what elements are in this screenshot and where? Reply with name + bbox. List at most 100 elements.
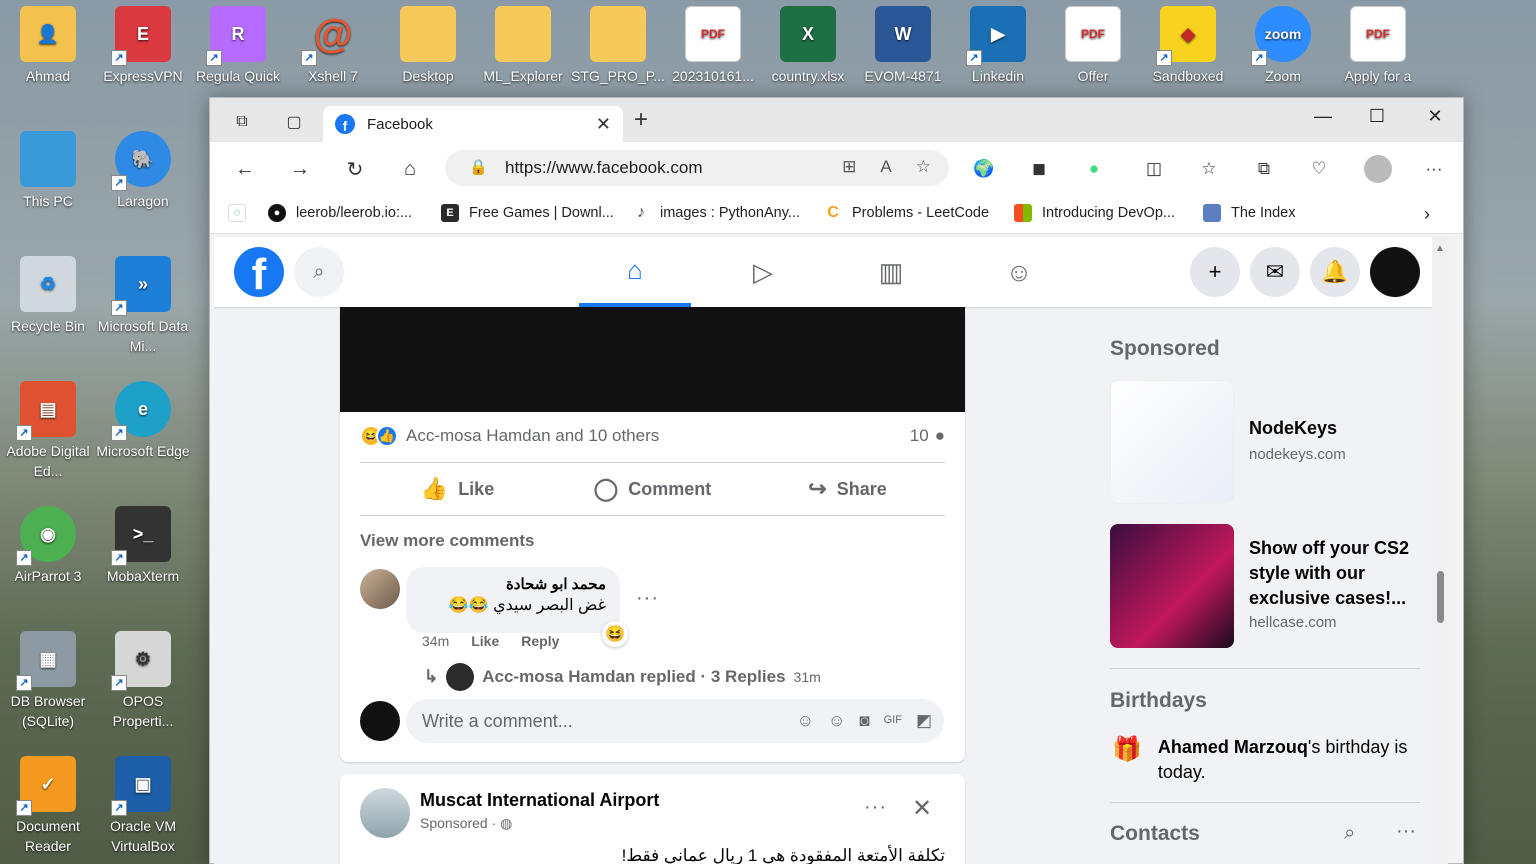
maximize-button[interactable]: ☐ (1354, 106, 1400, 127)
desktop-icon-country-xlsx[interactable]: X country.xlsx (760, 0, 856, 86)
forward-icon[interactable]: → (287, 156, 313, 182)
gif-icon[interactable]: GIF (884, 714, 902, 731)
search-icon[interactable]: ⌕ (294, 247, 344, 297)
more-menu-icon[interactable]: ··· (1423, 158, 1445, 180)
desktop-icon-data-migration[interactable]: » ↗ Microsoft Data Mi... (95, 250, 191, 356)
desktop-icon-stg-pro[interactable]: STG_PRO_P... (570, 0, 666, 86)
desktop-icon-xshell[interactable]: @ ↗ Xshell 7 (285, 0, 381, 86)
marketplace-icon[interactable]: ▥ (835, 237, 947, 307)
comment-time[interactable]: 34m (422, 633, 449, 649)
birthday-name[interactable]: Ahamed Marzouq (1158, 737, 1308, 757)
desktop-icon-adobe-de[interactable]: ▤ ↗ Adobe Digital Ed... (0, 375, 96, 481)
page-scrollbar[interactable]: ▲ (1432, 237, 1448, 864)
facebook-logo-icon[interactable]: f (234, 247, 284, 297)
desktop-icon-ml-explorer[interactable]: ML_Explorer (475, 0, 571, 86)
share-button[interactable]: ↪ Share (750, 463, 945, 515)
avatar-sticker-icon[interactable]: ☺ (797, 711, 814, 731)
comment-count[interactable]: 10 ● (910, 426, 945, 446)
scrollbar-thumb[interactable] (1437, 571, 1444, 623)
desktop-icon-ahmad[interactable]: 👤 Ahmad (0, 0, 96, 86)
extension-icon[interactable]: ◼ (1028, 158, 1050, 180)
minimize-button[interactable]: — (1300, 106, 1346, 127)
chevron-right-icon[interactable]: › (1424, 204, 1430, 225)
ad-nodekeys[interactable]: NodeKeys nodekeys.com (1110, 380, 1420, 504)
favorite-star-icon[interactable]: ☆ (916, 157, 931, 177)
desktop-icon-db-browser[interactable]: ▦ ↗ DB Browser (SQLite) (0, 625, 96, 731)
desktop-icon-edge[interactable]: e ↗ Microsoft Edge (95, 375, 191, 461)
workspaces-icon[interactable]: ⧉ (230, 110, 254, 134)
post-video[interactable] (340, 307, 965, 412)
browser-essentials-icon[interactable]: ♡ (1308, 158, 1330, 180)
notifications-bell-icon[interactable]: 🔔 (1310, 247, 1360, 297)
video-icon[interactable]: ▷ (707, 237, 819, 307)
desktop-icon-document-reader[interactable]: ✓ ↗ Document Reader (0, 750, 96, 856)
airport-avatar[interactable] (360, 788, 410, 838)
bookmark-pythonanywhere[interactable]: ♪ images : PythonAny... (632, 204, 800, 222)
home-icon[interactable]: ⌂ (579, 237, 691, 307)
favorites-app-icon[interactable]: ◌ (228, 204, 256, 222)
my-avatar[interactable] (360, 701, 400, 741)
desktop-icon-offer[interactable]: PDF Offer (1045, 0, 1141, 86)
desktop-icon-zoom[interactable]: zoom ↗ Zoom (1235, 0, 1331, 86)
reaction-summary[interactable]: 😆 👍 Acc-mosa Hamdan and 10 others 10 ● (360, 425, 945, 447)
refresh-icon[interactable]: ↻ (342, 156, 368, 182)
desktop-icon-mobaxterm[interactable]: >_ ↗ MobaXterm (95, 500, 191, 586)
bookmark-epic-games[interactable]: E Free Games | Downl... (441, 204, 614, 222)
profile-avatar-icon[interactable] (1364, 155, 1392, 183)
desktop-icon-pdf-2023[interactable]: PDF 202310161... (665, 0, 761, 86)
desktop-icon-this-pc[interactable]: This PC (0, 125, 96, 211)
home-icon[interactable]: ⌂ (397, 156, 423, 182)
lock-icon[interactable]: 🔒 (469, 158, 488, 176)
tab-facebook[interactable]: f Facebook ✕ (323, 106, 623, 142)
bookmark-leetcode[interactable]: C Problems - LeetCode (824, 204, 989, 222)
desktop-icon-virtualbox[interactable]: ▣ ↗ Oracle VM VirtualBox (95, 750, 191, 856)
search-contacts-icon[interactable]: ⌕ (1344, 822, 1355, 845)
comment-like-link[interactable]: Like (471, 633, 499, 649)
emoji-icon[interactable]: ☺ (828, 711, 845, 731)
birthday-item[interactable]: 🎁 Ahamed Marzouq's birthday is today. (1112, 735, 1422, 785)
desktop-icon-regula[interactable]: R ↗ Regula Quick (190, 0, 286, 86)
desktop-icon-opos[interactable]: ⚙ ↗ OPOS Properti... (95, 625, 191, 731)
close-window-button[interactable]: ✕ (1412, 106, 1458, 127)
globe-extension-icon[interactable]: 🌍 (973, 158, 995, 180)
bookmark-the-index[interactable]: The Index (1203, 204, 1296, 222)
create-plus-icon[interactable]: + (1190, 247, 1240, 297)
address-bar[interactable]: 🔒 https://www.facebook.com ⊞ A ☆ (445, 150, 949, 186)
commenter-avatar[interactable] (360, 569, 400, 609)
bookmark-devops[interactable]: Introducing DevOp... (1014, 204, 1175, 222)
contacts-more-icon[interactable]: ··· (1396, 820, 1416, 843)
desktop-icon-apply[interactable]: PDF Apply for a (1330, 0, 1426, 86)
desktop-icon-recycle-bin[interactable]: ♻ Recycle Bin (0, 250, 96, 336)
close-icon[interactable]: ✕ (596, 114, 611, 135)
messenger-icon[interactable]: ✉ (1250, 247, 1300, 297)
favorites-icon[interactable]: ☆ (1198, 158, 1220, 180)
apps-icon[interactable]: ⊞ (842, 157, 856, 177)
vertical-tabs-icon[interactable]: ▢ (282, 110, 306, 134)
groups-icon[interactable]: ☺ (963, 237, 1075, 307)
split-screen-icon[interactable]: ◫ (1143, 158, 1165, 180)
scroll-up-icon[interactable]: ▲ (1435, 243, 1445, 254)
desktop-icon-sandboxed[interactable]: ◆ ↗ Sandboxed (1140, 0, 1236, 86)
comment-more-icon[interactable]: ··· (636, 587, 659, 610)
sticker-icon[interactable]: ◩ (916, 711, 932, 731)
desktop-icon-expressvpn[interactable]: E ↗ ExpressVPN (95, 0, 191, 86)
new-tab-button[interactable]: + (634, 108, 648, 132)
sponsored-label[interactable]: Sponsored · (420, 815, 496, 831)
desktop-icon-linkedin[interactable]: ▶ ↗ Linkedin (950, 0, 1046, 86)
camera-icon[interactable]: ◙ (859, 711, 869, 731)
comment-author[interactable]: محمد ابو شحادة (420, 575, 606, 593)
close-icon[interactable]: ✕ (912, 794, 933, 823)
write-comment-input[interactable]: Write a comment... ☺ ☺ ◙ GIF ◩ (406, 699, 944, 743)
collections-icon[interactable]: ⧉ (1253, 158, 1275, 180)
post-more-icon[interactable]: ··· (864, 796, 887, 819)
haha-reaction-icon[interactable]: 😆 (602, 621, 628, 647)
bookmark-leerob[interactable]: ● leerob/leerob.io:... (268, 204, 412, 222)
desktop-icon-airparrot[interactable]: ◉ ↗ AirParrot 3 (0, 500, 96, 586)
comment-button[interactable]: ◯ Comment (555, 463, 750, 515)
view-replies-link[interactable]: ↳ Acc-mosa Hamdan replied · 3 Replies 31… (424, 663, 821, 691)
desktop-icon-evom[interactable]: W EVOM-4871 (855, 0, 951, 86)
ad-hellcase[interactable]: Show off your CS2 style with our exclusi… (1110, 524, 1420, 648)
account-avatar[interactable] (1370, 247, 1420, 297)
post-author[interactable]: Muscat International Airport (420, 790, 659, 811)
read-aloud-icon[interactable]: A (880, 157, 891, 177)
